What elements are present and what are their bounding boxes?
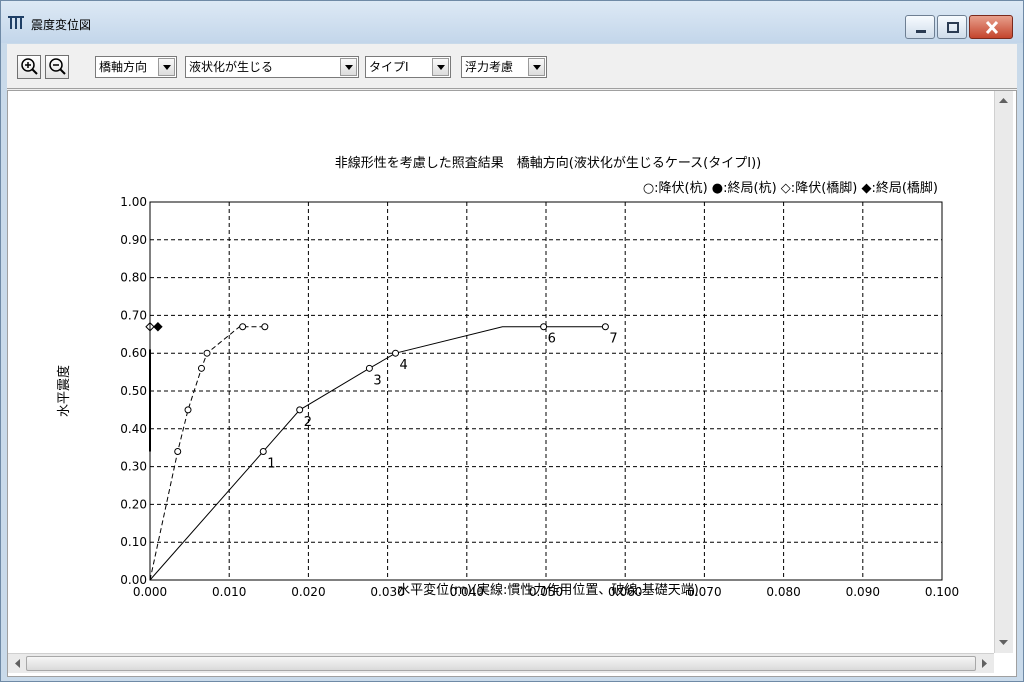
ultimate-pier-marker — [153, 322, 163, 332]
point-label: 3 — [373, 373, 381, 388]
close-icon — [970, 20, 1014, 43]
chevron-down-icon[interactable] — [432, 58, 449, 76]
horizontal-scroll-thumb[interactable] — [26, 656, 976, 671]
chart-legend: ○:降伏(杭) ●:終局(杭) ◇:降伏(橋脚) ◆:終局(橋脚) — [643, 180, 938, 196]
chevron-down-icon[interactable] — [158, 58, 175, 76]
chevron-down-icon[interactable] — [528, 58, 545, 76]
title-bar[interactable]: 震度変位図 — [1, 1, 1023, 43]
maximize-button[interactable] — [937, 15, 967, 39]
chart-panel: 非線形性を考慮した照査結果 橋軸方向(液状化が生じるケース(タイプⅠ)) ○:降… — [7, 90, 1017, 677]
yield-pile-marker — [296, 406, 304, 414]
yield-pile-marker — [174, 447, 182, 455]
scroll-right-icon[interactable] — [976, 655, 993, 672]
yield-pile-marker — [601, 323, 609, 331]
zoom-in-icon — [18, 58, 40, 81]
x-tick-label: 0.080 — [766, 585, 800, 599]
tick-labels: 0.000 0.010 0.020 0.030 0.040 0.050 0.060 0.070… — [120, 195, 959, 599]
y-tick-label: 0.50 — [120, 384, 147, 398]
yield-pile-marker — [540, 323, 548, 331]
chart: 非線形性を考慮した照査結果 橋軸方向(液状化が生じるケース(タイプⅠ)) ○:降… — [56, 155, 959, 599]
x-tick-label: 0.020 — [291, 585, 325, 599]
buoyancy-select-value: 浮力考慮 — [465, 60, 514, 74]
x-tick-label: 0.000 — [133, 585, 167, 599]
x-tick-label: 0.090 — [846, 585, 880, 599]
yield-pile-marker — [259, 447, 267, 455]
chevron-down-icon[interactable] — [340, 58, 357, 76]
bridge-icon — [7, 13, 25, 31]
buoyancy-select[interactable]: 浮力考慮 — [461, 56, 547, 78]
direction-select-value: 橋軸方向 — [99, 60, 148, 74]
y-axis-label: 水平震度 — [56, 365, 72, 417]
window-title: 震度変位図 — [31, 18, 92, 32]
y-tick-label: 0.90 — [120, 233, 147, 247]
yield-pile-marker — [365, 364, 373, 372]
y-tick-label: 1.00 — [120, 195, 147, 209]
direction-select[interactable]: 橋軸方向 — [95, 56, 177, 78]
yield-pile-marker — [184, 406, 192, 414]
maximize-icon — [938, 22, 968, 43]
point-label: 6 — [548, 332, 556, 347]
point-label: 1 — [267, 456, 275, 471]
scroll-left-icon[interactable] — [9, 655, 26, 672]
horizontal-scrollbar[interactable] — [8, 653, 994, 673]
y-tick-label: 0.70 — [120, 308, 147, 322]
zoom-out-button[interactable] — [45, 55, 69, 79]
scroll-down-icon[interactable] — [995, 634, 1012, 651]
yield-pile-marker — [239, 323, 247, 331]
y-tick-label: 0.20 — [120, 497, 147, 511]
zoom-in-button[interactable] — [17, 55, 41, 79]
liquefaction-select-value: 液状化が生じる — [189, 60, 274, 74]
type-select-value: タイプⅠ — [369, 60, 409, 74]
y-tick-label: 0.10 — [120, 535, 147, 549]
zoom-out-icon — [46, 58, 68, 81]
scroll-up-icon[interactable] — [995, 92, 1012, 109]
liquefaction-select[interactable]: 液状化が生じる — [185, 56, 359, 78]
y-tick-label: 0.30 — [120, 460, 147, 474]
grid — [150, 202, 942, 580]
x-axis-label: 水平変位(m)(実線:慣性力作用位置、破線:基礎天端) — [397, 582, 699, 598]
client-area: 橋軸方向 液状化が生じる タイプⅠ 浮力考慮 非線形性を考慮した照査結果 橋軸方… — [7, 44, 1017, 677]
type-select[interactable]: タイプⅠ — [365, 56, 451, 78]
x-tick-label: 0.100 — [925, 585, 959, 599]
toolbar: 橋軸方向 液状化が生じる タイプⅠ 浮力考慮 — [7, 44, 1017, 89]
series: 1 2 3 4 6 7 — [145, 322, 618, 581]
minimize-button[interactable] — [905, 15, 935, 39]
y-tick-label: 0.40 — [120, 422, 147, 436]
vertical-scrollbar[interactable] — [994, 91, 1013, 653]
y-tick-label: 0.60 — [120, 346, 147, 360]
minimize-icon — [906, 29, 936, 43]
y-tick-label: 0.00 — [120, 573, 147, 587]
yield-pile-marker — [261, 323, 269, 331]
app-window: 震度変位図 橋軸方向 液状化が生じる タイプⅠ 浮力考慮 非線形性を考慮した照査… — [0, 0, 1024, 682]
close-button[interactable] — [969, 15, 1013, 39]
point-label: 4 — [400, 358, 408, 373]
chart-title: 非線形性を考慮した照査結果 橋軸方向(液状化が生じるケース(タイプⅠ)) — [335, 155, 761, 171]
yield-pile-marker — [392, 349, 400, 357]
y-tick-label: 0.80 — [120, 271, 147, 285]
yield-pile-marker — [203, 349, 211, 357]
yield-pile-marker — [197, 364, 205, 372]
x-tick-label: 0.010 — [212, 585, 246, 599]
point-label: 2 — [304, 415, 312, 430]
point-label: 7 — [609, 332, 617, 347]
